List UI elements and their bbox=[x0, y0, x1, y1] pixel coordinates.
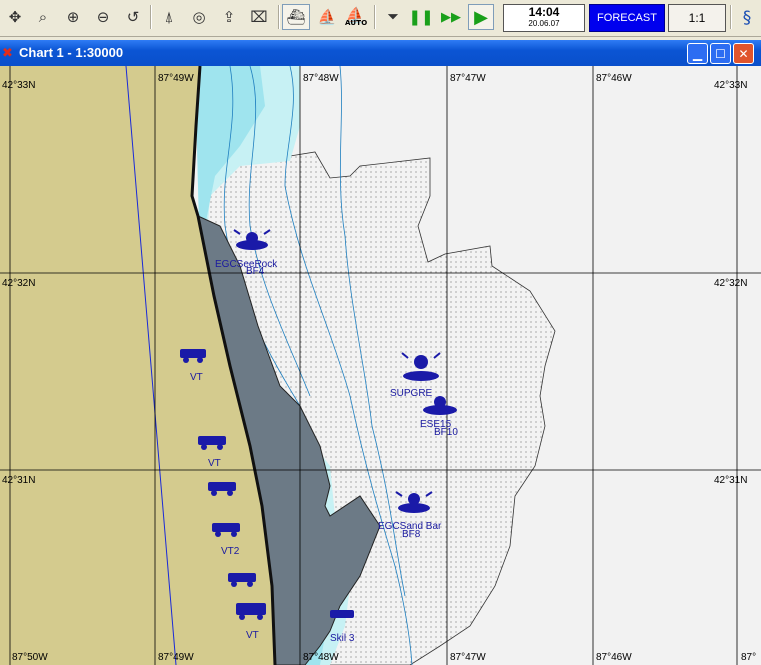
window-title: Chart 1 - 1:30000 bbox=[19, 45, 124, 60]
lon-label-bottom: 87°50W bbox=[12, 652, 48, 663]
lon-label-top: 87°48W bbox=[303, 73, 339, 84]
window-titlebar[interactable]: ✖ Chart 1 - 1:30000 ▁ ☐ ✕ bbox=[0, 40, 761, 66]
toolbar-separator bbox=[374, 5, 376, 29]
time-display: 14:04 20.06.07 bbox=[503, 4, 585, 32]
marker-code: BF10 bbox=[434, 427, 458, 438]
move-icon[interactable]: ✥ bbox=[2, 4, 28, 30]
lon-label-bottom: 87°46W bbox=[596, 652, 632, 663]
stop-icon[interactable]: ⏷ bbox=[380, 4, 406, 30]
vehicle-label: VT bbox=[190, 372, 203, 383]
lon-label-bottom: 87°49W bbox=[158, 652, 194, 663]
minimize-icon[interactable]: ▁ bbox=[687, 43, 708, 64]
nautical-chart[interactable]: 42°33N 42°33N 42°32N 42°32N 42°31N 42°31… bbox=[0, 66, 761, 665]
close-icon[interactable]: ✕ bbox=[733, 43, 754, 64]
play-icon[interactable]: ▶ bbox=[468, 4, 494, 30]
vehicle-label: VT2 bbox=[221, 546, 240, 557]
lat-label-right: 42°31N bbox=[714, 475, 747, 486]
target-icon[interactable]: ◎ bbox=[186, 4, 212, 30]
lat-label-right: 42°32N bbox=[714, 278, 747, 289]
lon-label-bottom: 87° bbox=[741, 652, 756, 663]
chart-window: ✖ Chart 1 - 1:30000 ▁ ☐ ✕ 42°33N 42°33N … bbox=[0, 40, 761, 665]
vehicle-label: VT bbox=[208, 458, 221, 469]
marker-name: SUPGRE bbox=[390, 388, 433, 399]
lat-label-left: 42°32N bbox=[2, 278, 35, 289]
maximize-icon[interactable]: ☐ bbox=[710, 43, 731, 64]
chart-window-icon: ✖ bbox=[2, 46, 13, 61]
lon-label-bottom: 87°48W bbox=[303, 652, 339, 663]
vehicle-label: Skil 3 bbox=[330, 633, 355, 644]
forecast-button[interactable]: FORECAST bbox=[589, 4, 665, 32]
toolbar-separator bbox=[730, 5, 732, 29]
vehicle-label: VT bbox=[246, 630, 259, 641]
vessel-icon[interactable]: ⛵ bbox=[314, 4, 340, 30]
lat-label-left: 42°33N bbox=[2, 80, 35, 91]
lon-label-top: 87°47W bbox=[450, 73, 486, 84]
zoom-window-icon[interactable]: ⌕ bbox=[30, 4, 56, 30]
lat-label-right: 42°33N bbox=[714, 80, 747, 91]
lat-label-left: 42°31N bbox=[2, 475, 35, 486]
auto-label: AUTO bbox=[345, 19, 368, 27]
delete-icon[interactable]: ⌧ bbox=[246, 4, 272, 30]
fast-forward-icon[interactable]: ▶▶ bbox=[438, 4, 464, 30]
undo-icon[interactable]: ↺ bbox=[120, 4, 146, 30]
clock-date: 20.06.07 bbox=[528, 19, 560, 28]
clock-time: 14:04 bbox=[528, 5, 560, 19]
ship-track-icon[interactable]: ⛴ bbox=[282, 4, 310, 30]
route-icon[interactable]: ⍋ bbox=[156, 4, 182, 30]
scale-ratio-button[interactable]: 1:1 bbox=[668, 4, 726, 32]
toolbar: ✥ ⌕ ⊕ ⊖ ↺ ⍋ ◎ ⇪ ⌧ ⛴ ⛵ ⛵ AUTO ⏷ ❚❚ ▶▶ ▶ 1… bbox=[0, 0, 761, 37]
zoom-out-icon[interactable]: ⊖ bbox=[90, 4, 116, 30]
toolbar-separator bbox=[150, 5, 152, 29]
toolbar-separator bbox=[278, 5, 280, 29]
refresh-icon[interactable]: § bbox=[735, 5, 759, 31]
marker-code: BF4 bbox=[246, 266, 265, 277]
load-icon[interactable]: ⇪ bbox=[216, 4, 242, 30]
pause-icon[interactable]: ❚❚ bbox=[408, 4, 434, 30]
lon-label-top: 87°49W bbox=[158, 73, 194, 84]
marker-code: BF8 bbox=[402, 529, 421, 540]
lon-label-bottom: 87°47W bbox=[450, 652, 486, 663]
lon-label-top: 87°46W bbox=[596, 73, 632, 84]
chart-canvas[interactable]: 42°33N 42°33N 42°32N 42°32N 42°31N 42°31… bbox=[0, 66, 761, 665]
zoom-in-icon[interactable]: ⊕ bbox=[60, 4, 86, 30]
